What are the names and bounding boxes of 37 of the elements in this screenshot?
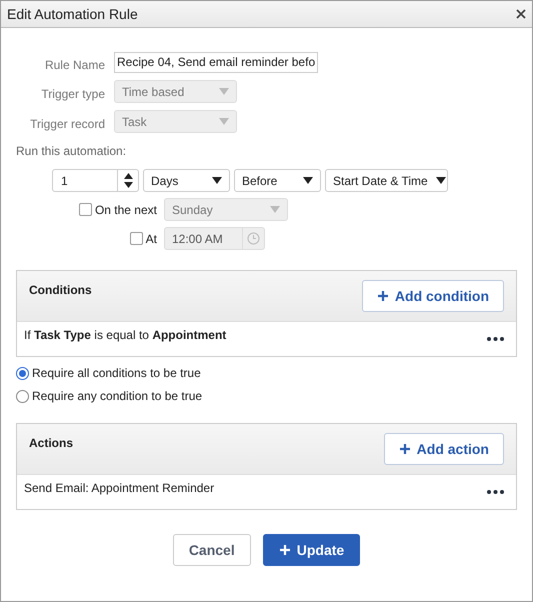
dropdown[interactable]: Start Date & Time [325, 169, 448, 192]
rule-name-field[interactable]: Recipe 04, Send email reminder befo [114, 52, 318, 73]
dropdown[interactable]: Before [234, 169, 321, 192]
panel-title: Conditions [29, 283, 92, 299]
add-button[interactable]: Add action [384, 433, 504, 465]
caret-icon [219, 118, 229, 125]
dropdown[interactable]: Days [143, 169, 230, 192]
close-icon[interactable] [516, 9, 526, 19]
field-label: Trigger record [29, 116, 105, 130]
caret-icon [303, 177, 313, 184]
cancel-button[interactable]: Cancel [172, 534, 251, 566]
window-title: Edit Automation Rule [7, 6, 138, 22]
panel-title: Actions [29, 436, 74, 452]
condition-item: If Task Type is equal to Appointment [24, 328, 226, 344]
amount-field[interactable]: 1 [52, 169, 139, 192]
radio-label: Require any condition to be true [32, 389, 202, 403]
caret-icon [270, 206, 280, 213]
section-heading: Run this automation: [16, 144, 128, 158]
radio-button[interactable] [16, 390, 29, 402]
update-button[interactable]: Update [262, 534, 360, 566]
plus-icon [376, 290, 389, 302]
more-icon[interactable] [487, 337, 504, 341]
caret-icon [212, 177, 222, 184]
caret-icon [219, 88, 229, 95]
plus-icon [398, 443, 411, 455]
plus-icon [278, 544, 291, 556]
checkbox-label: At [146, 232, 157, 246]
radio-label: Require all conditions to be true [32, 366, 201, 380]
field-label: Trigger type [40, 86, 105, 100]
caret-icon [436, 177, 446, 184]
more-icon[interactable] [487, 490, 504, 494]
field-label: Rule Name [44, 56, 105, 72]
radio-button[interactable] [16, 366, 29, 380]
action-item: Send Email: Appointment Reminder [24, 481, 214, 497]
add-button[interactable]: Add condition [362, 280, 504, 312]
checkbox-label: On the next [94, 202, 157, 216]
spinner-icon[interactable] [124, 173, 132, 188]
